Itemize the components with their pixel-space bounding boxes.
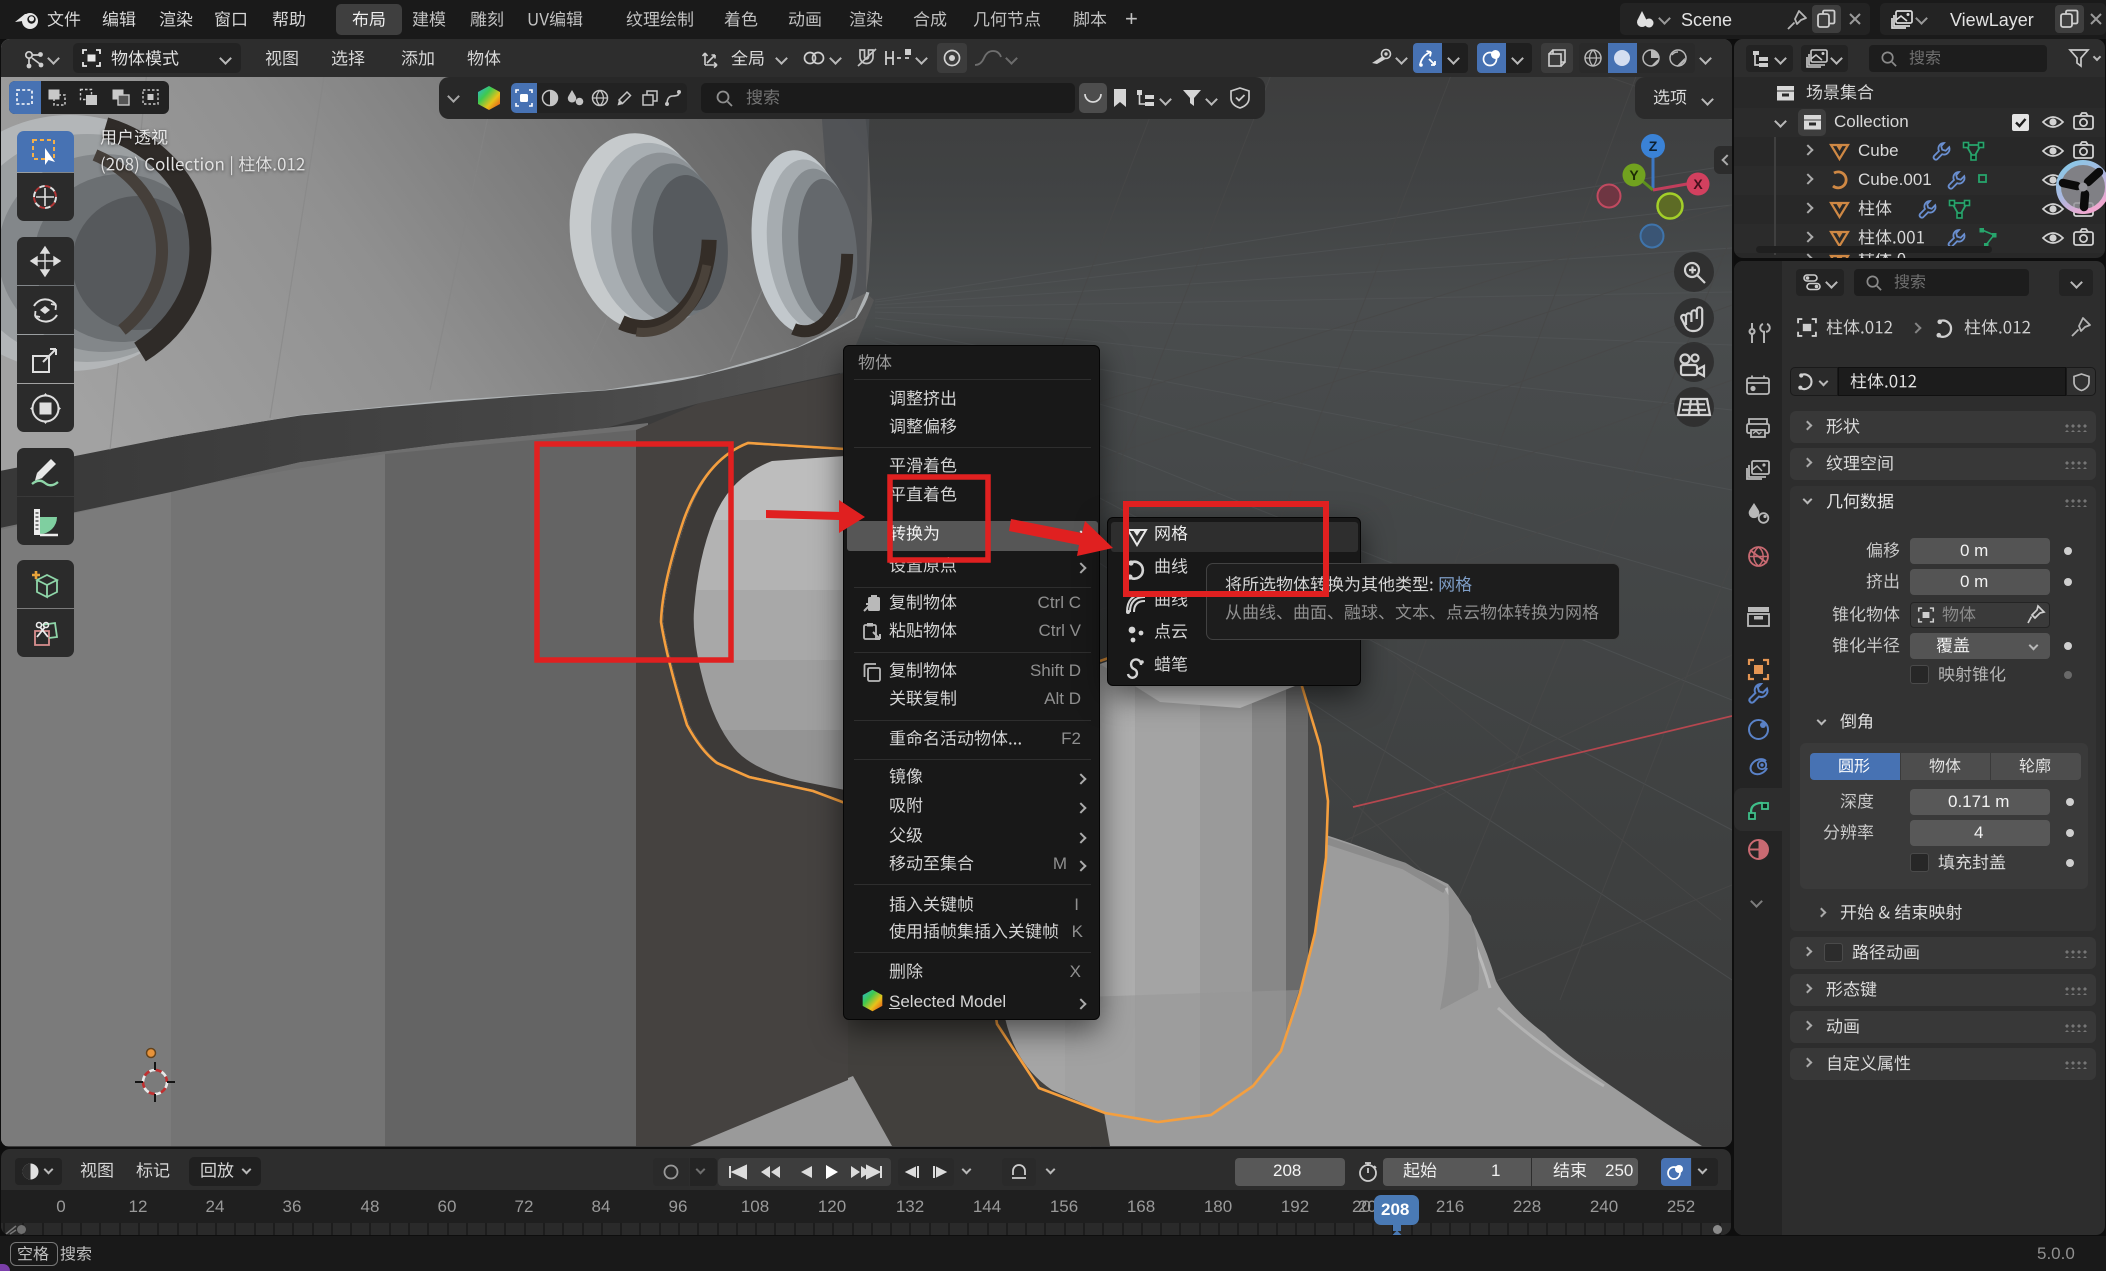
svg-text:X: X — [1693, 176, 1703, 192]
svg-text:Y: Y — [1629, 167, 1639, 183]
svg-text:Z: Z — [1649, 138, 1658, 154]
